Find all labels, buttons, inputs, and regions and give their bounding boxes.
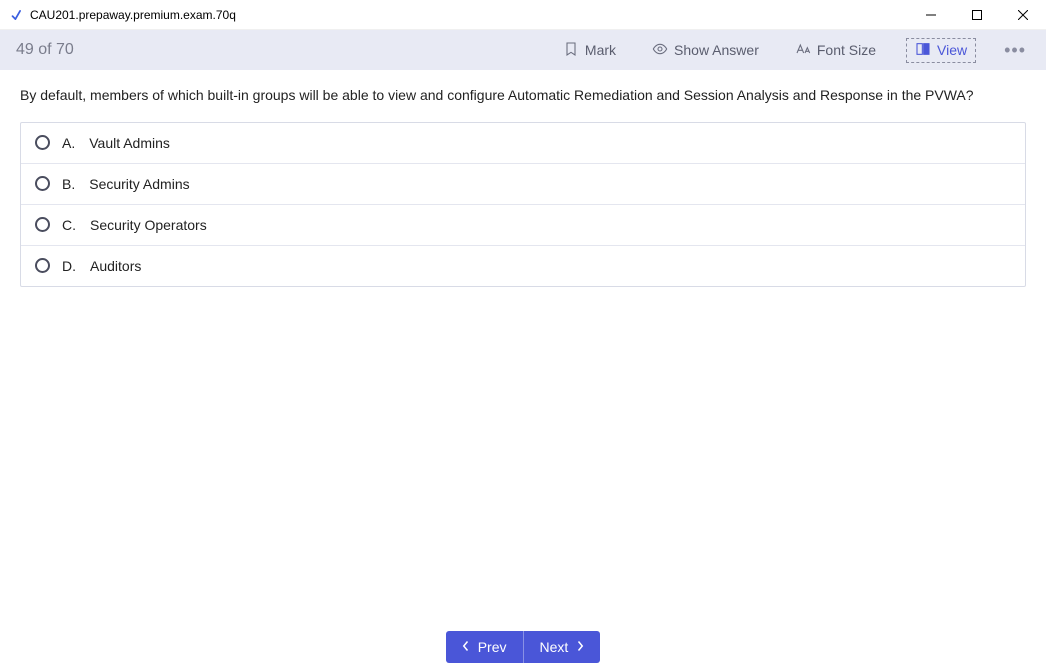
question-text: By default, members of which built-in gr… <box>20 86 1026 106</box>
font-size-icon <box>795 41 811 60</box>
answer-letter: D. <box>62 258 76 274</box>
window-controls <box>908 0 1046 30</box>
answer-option-c[interactable]: C. Security Operators <box>21 205 1025 246</box>
mark-button[interactable]: Mark <box>557 37 622 64</box>
next-label: Next <box>540 639 569 655</box>
answer-option-b[interactable]: B. Security Admins <box>21 164 1025 205</box>
footer-nav: Prev Next <box>0 623 1046 671</box>
minimize-button[interactable] <box>908 0 954 30</box>
next-button[interactable]: Next <box>524 631 601 663</box>
eye-icon <box>652 41 668 60</box>
maximize-button[interactable] <box>954 0 1000 30</box>
answer-text: Auditors <box>90 258 141 274</box>
radio-icon <box>35 135 50 150</box>
show-answer-label: Show Answer <box>674 42 759 58</box>
answer-text: Security Operators <box>90 217 207 233</box>
answer-text: Vault Admins <box>89 135 170 151</box>
prev-button[interactable]: Prev <box>446 631 524 663</box>
radio-icon <box>35 217 50 232</box>
view-label: View <box>937 42 967 58</box>
bookmark-icon <box>563 41 579 60</box>
answer-option-d[interactable]: D. Auditors <box>21 246 1025 286</box>
prev-label: Prev <box>478 639 507 655</box>
answer-option-a[interactable]: A. Vault Admins <box>21 123 1025 164</box>
radio-icon <box>35 258 50 273</box>
answer-letter: A. <box>62 135 75 151</box>
window-titlebar: CAU201.prepaway.premium.exam.70q <box>0 0 1046 30</box>
question-area: By default, members of which built-in gr… <box>0 70 1046 623</box>
chevron-left-icon <box>462 639 470 655</box>
mark-label: Mark <box>585 42 616 58</box>
close-button[interactable] <box>1000 0 1046 30</box>
answer-list: A. Vault Admins B. Security Admins C. Se… <box>20 122 1026 287</box>
chevron-right-icon <box>576 639 584 655</box>
answer-text: Security Admins <box>89 176 189 192</box>
font-size-label: Font Size <box>817 42 876 58</box>
window-title: CAU201.prepaway.premium.exam.70q <box>30 8 908 22</box>
show-answer-button[interactable]: Show Answer <box>646 37 765 64</box>
app-icon <box>8 7 24 23</box>
question-counter: 49 of 70 <box>16 41 533 59</box>
view-button[interactable]: View <box>906 38 976 63</box>
more-button[interactable]: ••• <box>1000 40 1030 61</box>
view-icon <box>915 41 931 60</box>
answer-letter: B. <box>62 176 75 192</box>
radio-icon <box>35 176 50 191</box>
answer-letter: C. <box>62 217 76 233</box>
toolbar: 49 of 70 Mark Show Answer Font Size View… <box>0 30 1046 70</box>
font-size-button[interactable]: Font Size <box>789 37 882 64</box>
nav-group: Prev Next <box>446 631 601 663</box>
